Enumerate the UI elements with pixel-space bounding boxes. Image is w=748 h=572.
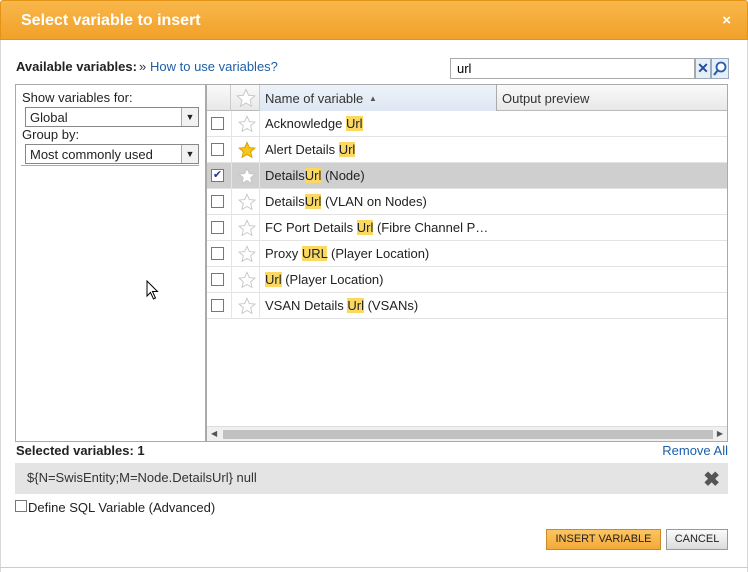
variables-grid: Name of variable ▲ Output preview Acknow… xyxy=(206,84,728,442)
raquo-glyph: » xyxy=(139,59,147,74)
group-by-label: Group by: xyxy=(22,127,80,142)
show-variables-for-value: Global xyxy=(30,110,68,125)
search-match-highlight: Url xyxy=(304,194,322,209)
table-row[interactable]: Alert Details Url xyxy=(207,137,727,163)
close-icon[interactable]: × xyxy=(722,12,731,29)
star-icon[interactable] xyxy=(231,111,260,137)
variable-name-suffix: (Player Location) xyxy=(327,246,430,261)
variable-name-prefix: FC Port Details xyxy=(265,220,357,235)
row-checkbox[interactable] xyxy=(211,247,224,260)
dialog-bottom-border xyxy=(0,567,748,568)
search-match-highlight: Url xyxy=(304,168,322,183)
search-match-highlight: Url xyxy=(265,272,282,287)
variable-name: Url (Player Location) xyxy=(265,272,384,287)
dialog-titlebar: Select variable to insert × xyxy=(0,0,748,40)
row-checkbox[interactable]: ✔ xyxy=(211,169,224,182)
variable-name-suffix: (Node) xyxy=(321,168,365,183)
filter-box: Show variables for: Global ▼ Group by: M… xyxy=(21,88,199,166)
row-checkbox[interactable] xyxy=(211,273,224,286)
variable-name: Alert Details Url xyxy=(265,142,356,157)
search-input[interactable] xyxy=(450,58,695,79)
group-by-value: Most commonly used xyxy=(30,147,153,162)
table-row[interactable]: Url (Player Location) xyxy=(207,267,727,293)
scrollbar-thumb[interactable] xyxy=(223,430,713,439)
selected-variable-expression: ${N=SwisEntity;M=Node.DetailsUrl} null xyxy=(27,470,257,485)
table-row[interactable]: Acknowledge Url xyxy=(207,111,727,137)
available-variables-label: Available variables: xyxy=(16,59,137,74)
table-row[interactable]: ✔ DetailsUrl (Node) xyxy=(207,163,727,189)
header-checkbox-column xyxy=(207,85,231,111)
row-checkbox[interactable] xyxy=(211,143,224,156)
star-icon[interactable] xyxy=(231,163,260,189)
search-match-highlight: Url xyxy=(338,142,356,157)
clear-icon[interactable]: ✕ xyxy=(695,58,711,79)
variable-name-prefix: Details xyxy=(265,168,305,183)
group-by-select[interactable]: Most commonly used ▼ xyxy=(25,144,199,164)
search-match-highlight: Url xyxy=(356,220,374,235)
chevron-down-icon[interactable]: ▼ xyxy=(181,145,198,163)
search-icon[interactable] xyxy=(711,58,729,79)
variable-name: DetailsUrl (Node) xyxy=(265,168,365,183)
dialog-title: Select variable to insert xyxy=(21,12,201,29)
cancel-button[interactable]: CANCEL xyxy=(666,529,728,550)
variable-name-suffix: (VLAN on Nodes) xyxy=(321,194,427,209)
chevron-down-icon[interactable]: ▼ xyxy=(181,108,198,126)
selected-variables-label: Selected variables: 1 xyxy=(16,443,145,458)
column-name-label: Name of variable xyxy=(265,91,364,106)
table-row[interactable]: VSAN Details Url (VSANs) xyxy=(207,293,727,319)
column-output-preview[interactable]: Output preview xyxy=(497,85,727,111)
row-checkbox[interactable] xyxy=(211,117,224,130)
cursor-icon xyxy=(146,279,160,303)
star-icon[interactable] xyxy=(231,215,260,241)
filter-panel: Show variables for: Global ▼ Group by: M… xyxy=(15,84,206,442)
variable-name: Acknowledge Url xyxy=(265,116,363,131)
search-match-highlight: Url xyxy=(347,298,364,313)
search-match-highlight: URL xyxy=(301,246,328,261)
star-icon[interactable] xyxy=(231,267,260,293)
star-icon[interactable] xyxy=(231,241,260,267)
remove-all-link[interactable]: Remove All xyxy=(662,443,728,458)
insert-variable-button[interactable]: INSERT VARIABLE xyxy=(546,529,661,550)
column-preview-label: Output preview xyxy=(502,91,590,106)
header-star-column[interactable] xyxy=(231,85,260,111)
star-icon[interactable] xyxy=(231,137,260,163)
close-icon[interactable]: ✖ xyxy=(703,467,720,492)
show-variables-for-select[interactable]: Global ▼ xyxy=(25,107,199,127)
define-sql-checkbox[interactable] xyxy=(15,500,27,512)
define-sql-label: Define SQL Variable (Advanced) xyxy=(28,500,216,515)
table-row[interactable]: DetailsUrl (VLAN on Nodes) xyxy=(207,189,727,215)
variable-name-prefix: Alert Details xyxy=(265,142,339,157)
variable-name-suffix: (Player Location) xyxy=(281,272,384,287)
row-checkbox[interactable] xyxy=(211,299,224,312)
grid-header: Name of variable ▲ Output preview xyxy=(207,85,727,111)
star-icon[interactable] xyxy=(231,189,260,215)
variable-name: FC Port Details Url (Fibre Channel P… xyxy=(265,220,488,235)
row-checkbox[interactable] xyxy=(211,221,224,234)
variable-name-suffix: (Fibre Channel P… xyxy=(373,220,489,235)
row-checkbox[interactable] xyxy=(211,195,224,208)
star-icon[interactable] xyxy=(231,293,260,319)
search-match-highlight: Url xyxy=(345,116,363,131)
table-row[interactable]: FC Port Details Url (Fibre Channel P… xyxy=(207,215,727,241)
variable-name-suffix: (VSANs) xyxy=(363,298,419,313)
variable-name-prefix: Details xyxy=(265,194,305,209)
horizontal-scrollbar[interactable]: ◀ ▶ xyxy=(207,426,727,441)
selected-variable-item: ${N=SwisEntity;M=Node.DetailsUrl} null ✖ xyxy=(15,463,728,494)
variable-name: Proxy URL (Player Location) xyxy=(265,246,429,261)
variable-name-prefix: VSAN Details xyxy=(265,298,348,313)
variable-name: VSAN Details Url (VSANs) xyxy=(265,298,418,313)
variable-name: DetailsUrl (VLAN on Nodes) xyxy=(265,194,427,209)
variable-name-prefix: Proxy xyxy=(265,246,302,261)
sort-asc-icon: ▲ xyxy=(369,94,377,103)
scroll-right-icon[interactable]: ▶ xyxy=(717,429,723,438)
how-to-use-variables-link[interactable]: How to use variables? xyxy=(150,59,278,74)
show-variables-for-label: Show variables for: xyxy=(22,90,133,105)
table-row[interactable]: Proxy URL (Player Location) xyxy=(207,241,727,267)
column-name-of-variable[interactable]: Name of variable ▲ xyxy=(260,85,497,111)
scroll-left-icon[interactable]: ◀ xyxy=(211,429,217,438)
variable-name-prefix: Acknowledge xyxy=(265,116,346,131)
